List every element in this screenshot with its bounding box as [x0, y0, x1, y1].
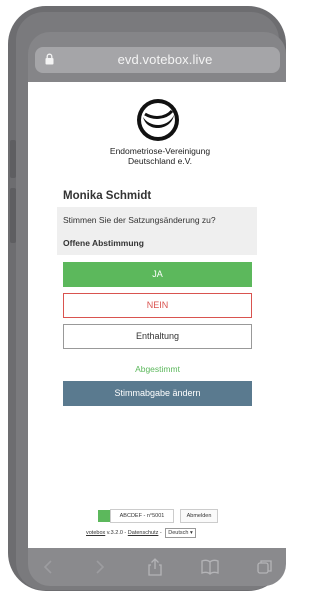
- privacy-link[interactable]: Datenschutz: [128, 530, 159, 536]
- votebox-link[interactable]: votebox: [86, 530, 105, 536]
- language-select[interactable]: Deutsch ▾: [165, 528, 196, 538]
- logout-button[interactable]: Abmelden: [180, 509, 218, 523]
- tabs-icon[interactable]: [255, 558, 275, 576]
- version-text: v.3.2.0 -: [106, 530, 127, 536]
- vote-status: Abgestimmt: [135, 364, 180, 374]
- voter-name: Monika Schmidt: [63, 190, 152, 202]
- language-value: Deutsch: [168, 530, 189, 536]
- volume-down-button: [10, 188, 16, 243]
- poll-status: Offene Abstimmung: [63, 238, 144, 248]
- status-indicator: [98, 510, 110, 522]
- no-button[interactable]: NEIN: [63, 293, 252, 318]
- bookmarks-icon[interactable]: [200, 558, 220, 576]
- url-text[interactable]: evd.votebox.live: [60, 52, 270, 67]
- forward-icon[interactable]: [90, 558, 110, 576]
- change-vote-button[interactable]: Stimmabgabe ändern: [63, 381, 252, 406]
- lock-icon: [45, 53, 54, 65]
- abstain-button[interactable]: Enthaltung: [63, 324, 252, 349]
- share-icon[interactable]: [145, 558, 165, 576]
- poll-question: Stimmen Sie der Satzungsänderung zu?: [63, 215, 216, 225]
- org-name-line1: Endometriose-Vereinigung: [109, 146, 211, 156]
- org-logo: [137, 99, 179, 141]
- yes-button[interactable]: JA: [63, 262, 252, 287]
- footer-links: votebox v.3.2.0 - Datenschutz - Deutsch …: [86, 528, 196, 538]
- volume-up-button: [10, 140, 16, 178]
- back-icon[interactable]: [38, 558, 58, 576]
- voter-code: ABCDEF - n°5001: [110, 509, 174, 523]
- org-name: Endometriose-Vereinigung Deutschland e.V…: [90, 146, 230, 166]
- org-name-line2: Deutschland e.V.: [128, 156, 192, 166]
- footer-separator: -: [159, 530, 162, 536]
- chevron-down-icon: ▾: [190, 530, 193, 536]
